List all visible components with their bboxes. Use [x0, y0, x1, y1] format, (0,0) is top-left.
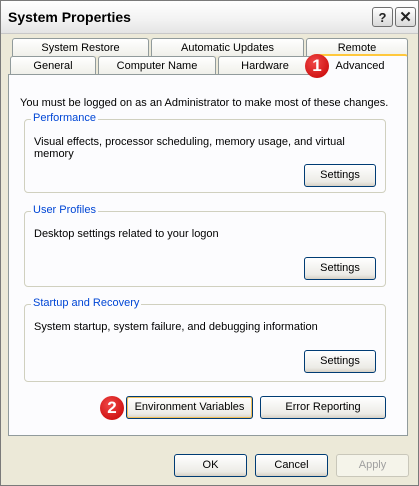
- startup-recovery-description: System startup, system failure, and debu…: [34, 321, 318, 333]
- tab-system-restore[interactable]: System Restore: [12, 38, 149, 56]
- startup-recovery-settings-button[interactable]: Settings: [304, 350, 376, 373]
- performance-settings-button[interactable]: Settings: [304, 164, 376, 187]
- user-profiles-description: Desktop settings related to your logon: [34, 228, 219, 240]
- step-marker-2: 2: [100, 396, 124, 420]
- user-profiles-title: User Profiles: [31, 204, 98, 216]
- environment-variables-button[interactable]: Environment Variables: [126, 396, 253, 419]
- performance-description: Visual effects, processor scheduling, me…: [34, 136, 345, 160]
- window-title: System Properties: [8, 9, 131, 25]
- performance-title: Performance: [31, 112, 98, 124]
- startup-recovery-title: Startup and Recovery: [31, 297, 142, 309]
- title-bar[interactable]: System Properties ? ✕: [1, 1, 418, 34]
- admin-note: You must be logged on as an Administrato…: [20, 97, 389, 109]
- error-reporting-button[interactable]: Error Reporting: [260, 396, 386, 419]
- user-profiles-settings-button[interactable]: Settings: [304, 257, 376, 280]
- tab-automatic-updates[interactable]: Automatic Updates: [151, 38, 304, 56]
- tab-computer-name[interactable]: Computer Name: [98, 56, 216, 74]
- help-button[interactable]: ?: [372, 7, 393, 27]
- apply-button[interactable]: Apply: [336, 454, 409, 477]
- cancel-button[interactable]: Cancel: [255, 454, 328, 477]
- close-button[interactable]: ✕: [395, 7, 416, 27]
- tab-hardware[interactable]: Hardware: [218, 56, 312, 74]
- step-marker-1: 1: [305, 54, 329, 78]
- tab-general[interactable]: General: [10, 56, 96, 74]
- ok-button[interactable]: OK: [174, 454, 247, 477]
